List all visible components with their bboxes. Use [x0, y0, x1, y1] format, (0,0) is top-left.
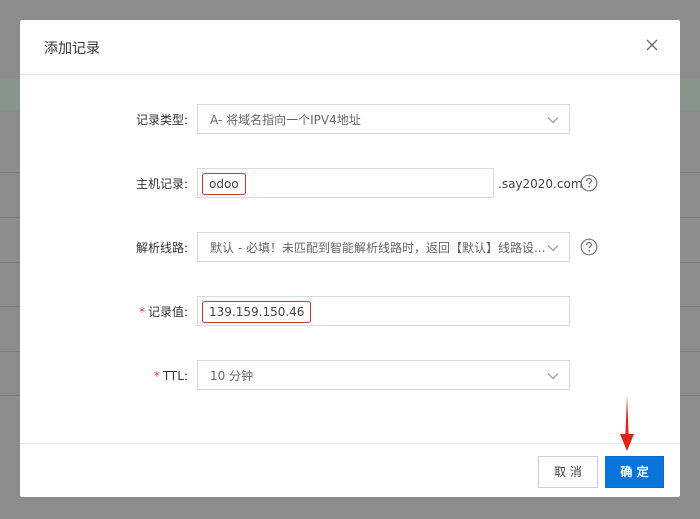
record-type-value: A- 将域名指向一个IPV4地址: [210, 113, 361, 127]
domain-suffix: .say2020.com: [498, 177, 583, 191]
host-record-label: 主机记录:: [135, 177, 188, 191]
resolution-line-select[interactable]: 默认 - 必填！未匹配到智能解析线路时，返回【默认】线路设...: [197, 232, 570, 262]
required-mark: *: [153, 369, 160, 383]
ttl-value: 10 分钟: [210, 369, 254, 383]
add-record-dialog: 添加记录 记录类型: A- 将域名指向一个IPV4地址 主机记录: odoo .…: [20, 20, 680, 497]
record-value-label-text: 记录值:: [147, 305, 188, 319]
required-mark: *: [138, 305, 145, 319]
host-record-value: odoo: [202, 173, 246, 195]
resolution-line-row: 解析线路: 默认 - 必填！未匹配到智能解析线路时，返回【默认】线路设...: [20, 232, 680, 264]
record-type-row: 记录类型: A- 将域名指向一个IPV4地址: [20, 104, 680, 136]
host-record-row: 主机记录: odoo .say2020.com: [20, 168, 680, 200]
record-type-select[interactable]: A- 将域名指向一个IPV4地址: [197, 104, 570, 134]
arrow-down-icon: [620, 395, 634, 451]
resolution-line-value: 默认 - 必填！未匹配到智能解析线路时，返回【默认】线路设...: [210, 241, 545, 255]
host-record-input[interactable]: odoo: [197, 168, 494, 198]
dialog-footer: 取 消 确 定: [20, 443, 680, 497]
record-type-label: 记录类型:: [135, 113, 188, 127]
chevron-down-icon: [547, 117, 559, 124]
ttl-row: * TTL: 10 分钟: [20, 360, 680, 392]
record-value-value: 139.159.150.46: [202, 301, 312, 323]
chevron-down-icon: [547, 373, 559, 380]
chevron-down-icon: [547, 245, 559, 252]
ttl-label-text: TTL:: [162, 369, 188, 383]
close-button[interactable]: [644, 37, 660, 53]
record-value-label: * 记录值:: [139, 296, 188, 328]
help-icon[interactable]: [580, 174, 598, 192]
ttl-label: * TTL:: [154, 360, 188, 392]
cancel-button[interactable]: 取 消: [538, 456, 598, 488]
close-icon: [646, 39, 658, 51]
dialog-title: 添加记录: [44, 41, 100, 57]
dialog-header: 添加记录: [20, 20, 680, 75]
record-value-row: * 记录值: 139.159.150.46: [20, 296, 680, 328]
ttl-select[interactable]: 10 分钟: [197, 360, 570, 390]
help-icon[interactable]: [580, 238, 598, 256]
confirm-button[interactable]: 确 定: [605, 456, 664, 488]
resolution-line-label: 解析线路:: [135, 241, 188, 255]
record-value-input[interactable]: 139.159.150.46: [197, 296, 570, 326]
